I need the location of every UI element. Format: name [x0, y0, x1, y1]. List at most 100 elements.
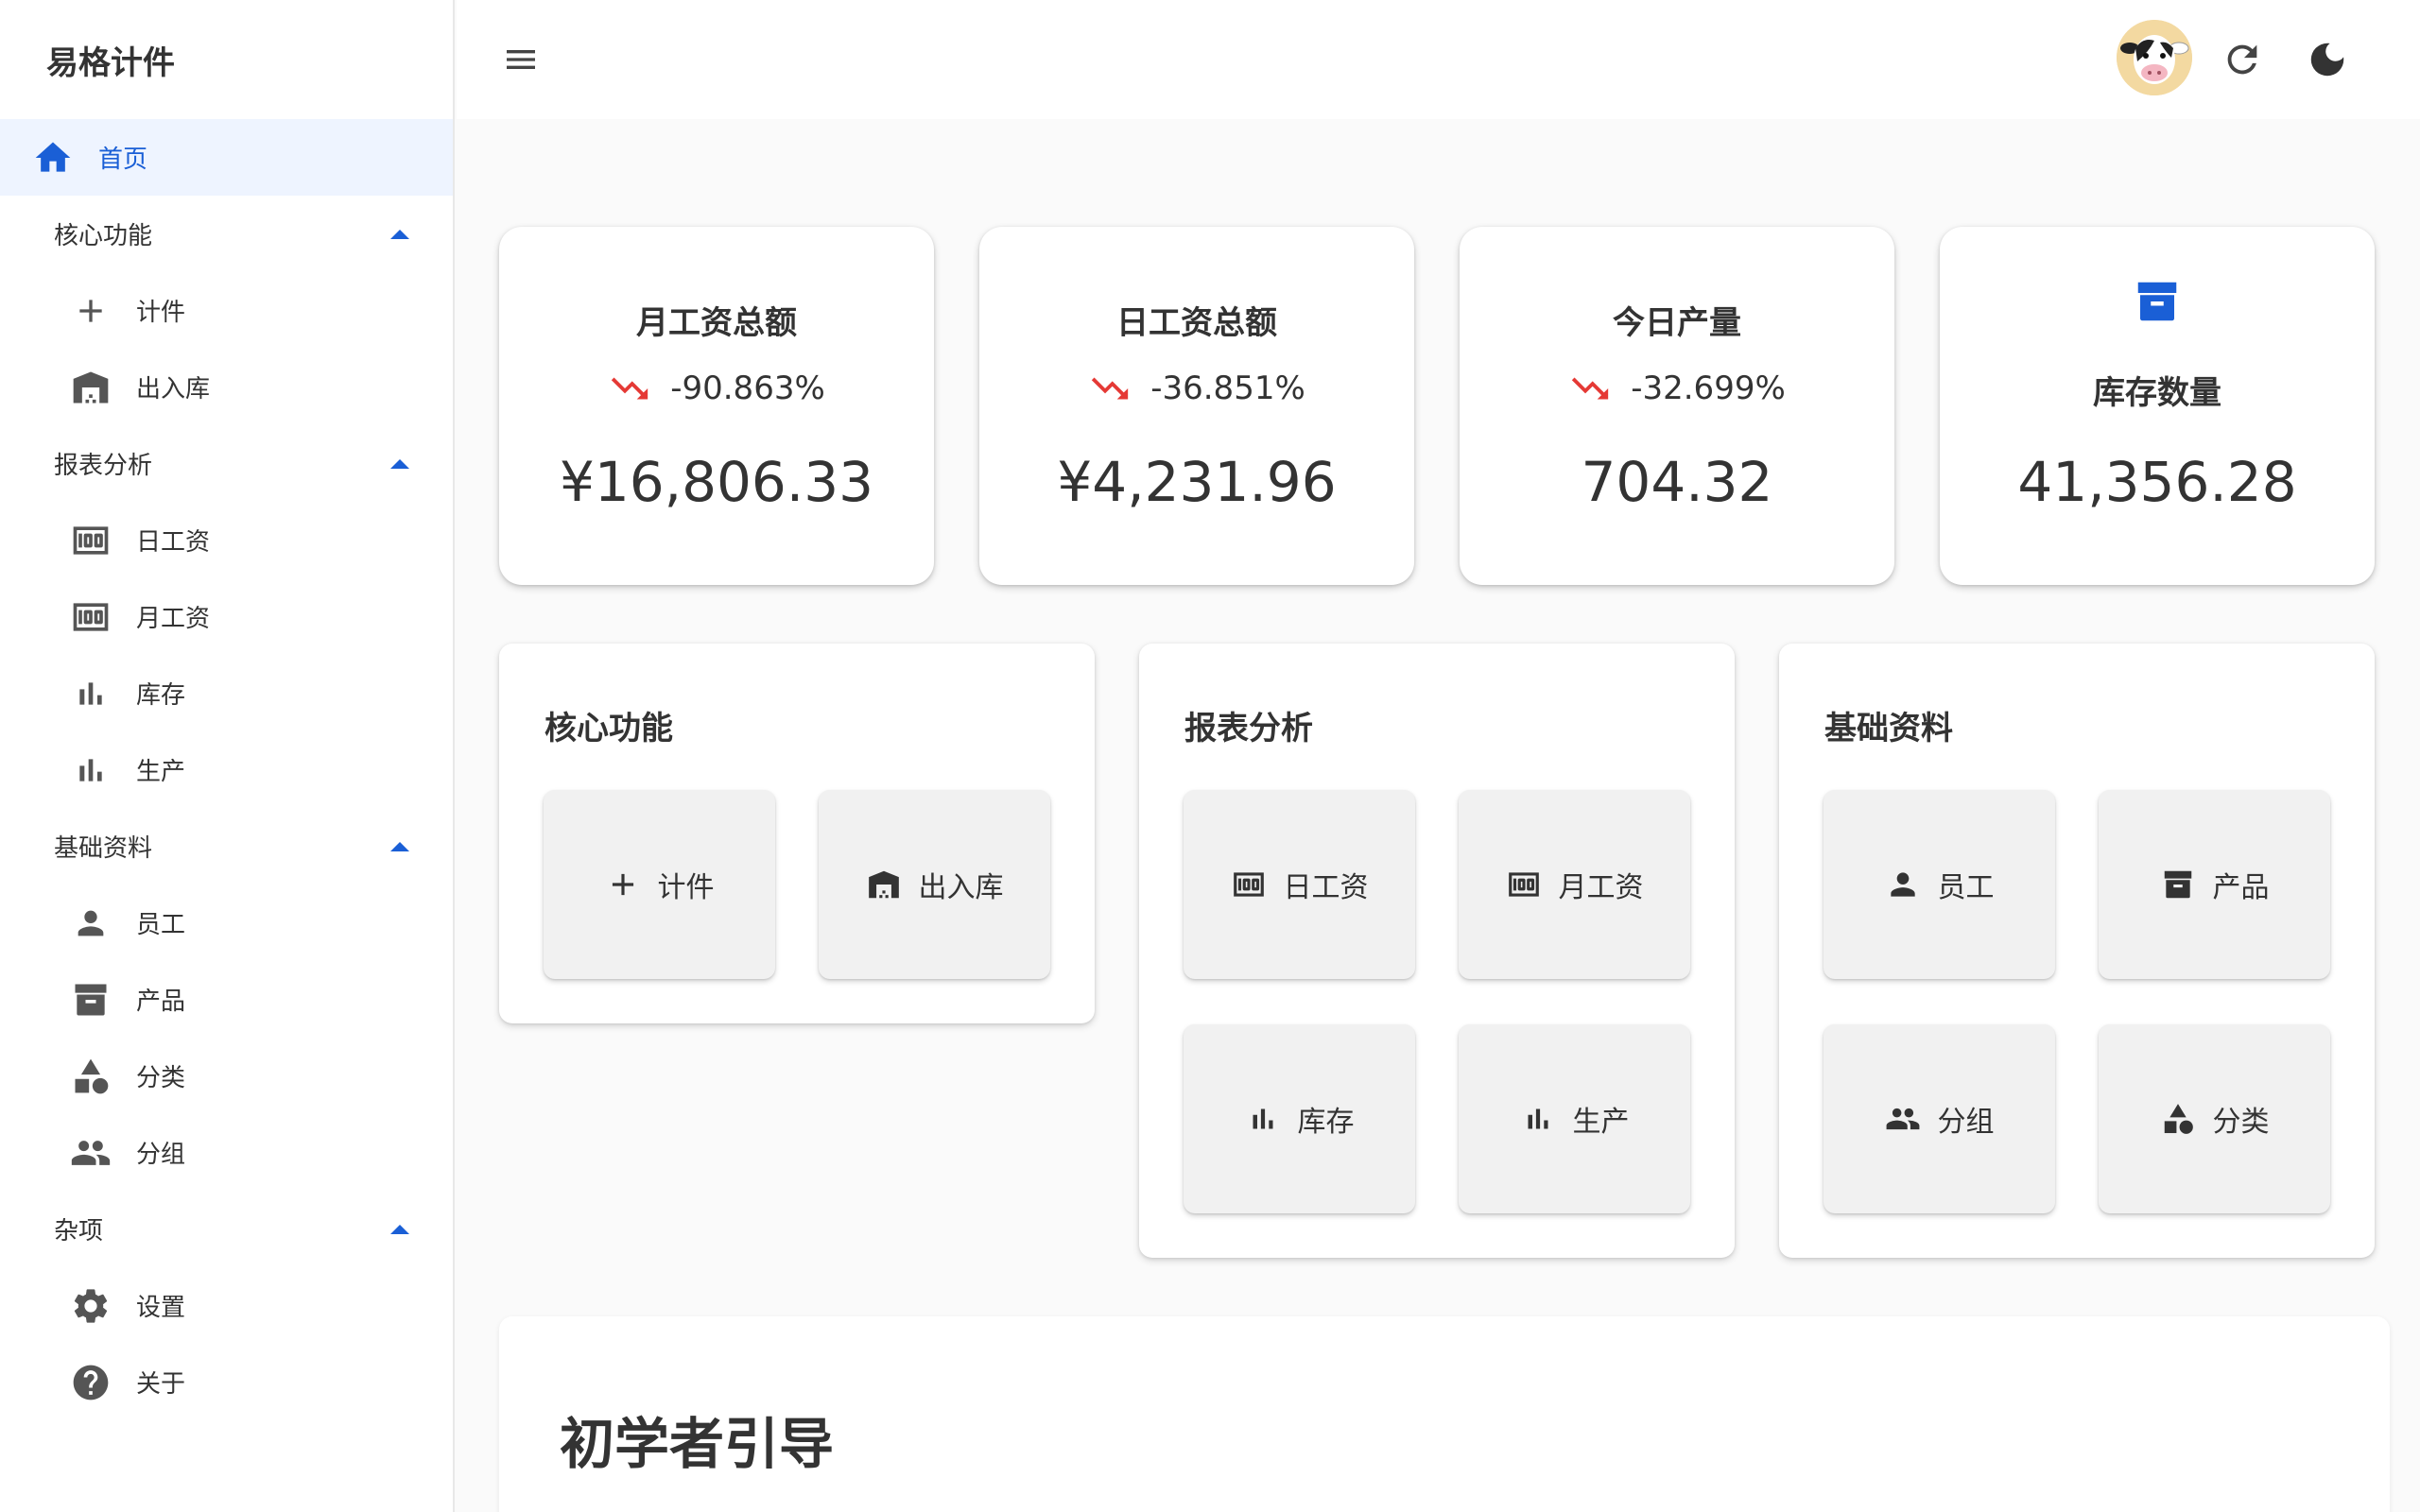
sidebar: 易格计件 首页 核心功能 计件 出入库 报表分析 日工资 月工资 库存 生产 基…: [0, 0, 455, 1512]
bar-chart-icon: [1520, 1101, 1556, 1137]
help-icon: [70, 1362, 112, 1403]
tile-warehouse[interactable]: 出入库: [819, 790, 1050, 979]
archive-icon: [70, 979, 112, 1021]
stat-change: -36.851%: [979, 367, 1414, 410]
bar-chart-icon: [1245, 1101, 1281, 1137]
sidebar-group-label: 核心功能: [54, 222, 153, 250]
stat-value: ¥4,231.96: [1057, 450, 1337, 514]
sidebar-group-core[interactable]: 核心功能: [0, 196, 453, 272]
panel-title: 核心功能: [544, 710, 673, 747]
chevron-up-icon: [390, 841, 409, 851]
dark-mode-icon[interactable]: [2306, 38, 2349, 81]
sidebar-item-product[interactable]: 产品: [0, 961, 453, 1038]
menu-icon[interactable]: [502, 41, 540, 78]
sidebar-item-daily-wage[interactable]: 日工资: [0, 502, 453, 578]
home-icon: [32, 137, 74, 179]
sidebar-item-label: 库存: [136, 681, 186, 710]
tile-label: 出入库: [918, 871, 1004, 904]
category-icon: [70, 1056, 112, 1097]
sidebar-item-category[interactable]: 分类: [0, 1038, 453, 1114]
sidebar-item-label: 分类: [136, 1064, 186, 1092]
tile-label: 分组: [1937, 1106, 1995, 1139]
add-icon: [605, 867, 641, 902]
sidebar-group-label: 杂项: [54, 1217, 104, 1246]
group-icon: [1885, 1101, 1921, 1137]
sidebar-item-label: 关于: [136, 1370, 186, 1399]
sidebar-item-warehouse[interactable]: 出入库: [0, 349, 453, 425]
sidebar-item-group[interactable]: 分组: [0, 1114, 453, 1191]
sidebar-item-label: 设置: [136, 1294, 186, 1322]
bar-chart-icon: [70, 749, 112, 791]
group-icon: [70, 1132, 112, 1174]
stat-change: -90.863%: [499, 367, 934, 410]
tile-label: 月工资: [1558, 871, 1644, 904]
sidebar-item-employee[interactable]: 员工: [0, 885, 453, 961]
avatar[interactable]: [2117, 20, 2192, 95]
sidebar-item-label: 月工资: [136, 605, 211, 633]
stat-value: 704.32: [1581, 450, 1773, 514]
sidebar-item-about[interactable]: 关于: [0, 1344, 453, 1420]
sidebar-item-label: 员工: [136, 911, 186, 939]
stat-title: 今日产量: [1613, 304, 1741, 342]
tile-production[interactable]: 生产: [1459, 1024, 1690, 1213]
chevron-up-icon: [390, 1224, 409, 1234]
panel-title: 基础资料: [1824, 710, 1953, 747]
sidebar-item-label: 日工资: [136, 528, 211, 557]
stat-value: ¥16,806.33: [559, 450, 874, 514]
tile-inventory[interactable]: 库存: [1184, 1024, 1415, 1213]
tile-daily-wage[interactable]: 日工资: [1184, 790, 1415, 979]
archive-icon: [2160, 867, 2196, 902]
sidebar-item-label: 分组: [136, 1141, 186, 1169]
trending-down-icon: [1088, 367, 1132, 410]
tile-label: 分类: [2212, 1106, 2270, 1139]
trending-down-icon: [608, 367, 651, 410]
tile-label: 计件: [657, 871, 715, 904]
tile-monthly-wage[interactable]: 月工资: [1459, 790, 1690, 979]
guide-title: 初学者引导: [560, 1412, 835, 1476]
warehouse-icon: [70, 367, 112, 408]
sidebar-group-label: 基础资料: [54, 834, 153, 863]
settings-icon: [70, 1285, 112, 1327]
chevron-up-icon: [390, 458, 409, 469]
stat-change-value: -36.851%: [1150, 369, 1305, 407]
archive-icon: [2132, 276, 2183, 327]
stat-title: 日工资总额: [1116, 304, 1277, 342]
sidebar-group-misc[interactable]: 杂项: [0, 1191, 453, 1267]
tile-employee[interactable]: 员工: [1824, 790, 2055, 979]
person-icon: [1885, 867, 1921, 902]
sidebar-item-inventory[interactable]: 库存: [0, 655, 453, 731]
sidebar-group-basic-data[interactable]: 基础资料: [0, 808, 453, 885]
stat-title: 月工资总额: [636, 304, 797, 342]
sidebar-item-monthly-wage[interactable]: 月工资: [0, 578, 453, 655]
stat-value: 41,356.28: [2017, 450, 2297, 514]
beginner-guide: 初学者引导: [499, 1316, 2390, 1512]
money-icon: [1231, 867, 1267, 902]
sidebar-group-reports[interactable]: 报表分析: [0, 425, 453, 502]
person-icon: [70, 902, 112, 944]
sidebar-group-label: 报表分析: [54, 452, 153, 480]
tile-label: 库存: [1297, 1106, 1355, 1139]
tile-product[interactable]: 产品: [2099, 790, 2330, 979]
sidebar-item-home[interactable]: 首页: [0, 119, 453, 196]
stat-card-inventory: 库存数量 41,356.28: [1940, 227, 2375, 585]
sidebar-item-label: 产品: [136, 988, 186, 1016]
tile-category[interactable]: 分类: [2099, 1024, 2330, 1213]
sidebar-item-label: 首页: [98, 146, 148, 174]
sidebar-item-piecework[interactable]: 计件: [0, 272, 453, 349]
tile-label: 员工: [1937, 871, 1995, 904]
trending-down-icon: [1568, 367, 1612, 410]
tile-label: 日工资: [1283, 871, 1369, 904]
tile-label: 生产: [1572, 1106, 1630, 1139]
tile-group[interactable]: 分组: [1824, 1024, 2055, 1213]
chevron-up-icon: [390, 229, 409, 239]
tile-piecework[interactable]: 计件: [544, 790, 775, 979]
sidebar-item-settings[interactable]: 设置: [0, 1267, 453, 1344]
sidebar-item-production[interactable]: 生产: [0, 731, 453, 808]
money-icon: [70, 596, 112, 638]
stat-card-today-output: 今日产量 -32.699% 704.32: [1460, 227, 1894, 585]
panel-title: 报表分析: [1184, 710, 1313, 747]
stat-change: -32.699%: [1460, 367, 1894, 410]
refresh-icon[interactable]: [2221, 38, 2264, 81]
stat-title: 库存数量: [2093, 374, 2221, 412]
money-icon: [70, 520, 112, 561]
